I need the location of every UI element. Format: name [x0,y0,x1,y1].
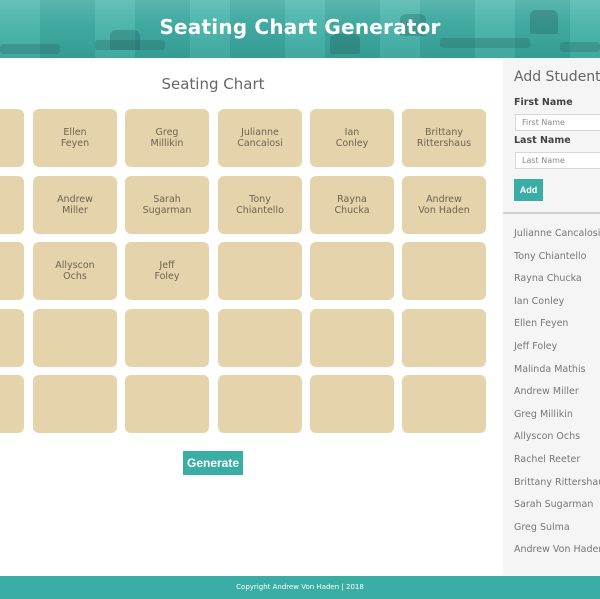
add-student-heading: Add Student [514,69,600,85]
add-student-sidebar: Add Student First Name Last Name Add Jul… [503,58,600,576]
seat [125,309,209,367]
seat-first-name: Greg [155,127,179,138]
seat-last-name: Cancalosi [237,138,283,149]
student-list-item: Ellen Feyen [514,318,569,330]
seat [402,309,486,367]
seat-first-name: Allyscon [55,260,95,271]
sidebar-divider [503,212,600,214]
seat [310,309,394,367]
seat: Rayna Chucka [310,176,394,234]
seat-first-name: Brittany [425,127,463,138]
add-student-button[interactable]: Add [514,179,543,201]
seat-first-name: Ian [344,127,360,138]
first-name-input[interactable] [515,114,600,131]
seat [33,309,117,367]
seat-last-name: Chucka [334,205,370,216]
seat [0,109,24,167]
seat-last-name: Miller [62,205,88,216]
seat-last-name: Sugarman [142,205,192,216]
seat: Andrew Von Haden [402,176,486,234]
seat-first-name: Sarah [153,194,181,205]
seat [0,176,24,234]
student-list-item: Malinda Mathis [514,363,586,375]
generate-button[interactable]: Generate [183,451,243,475]
first-name-label: First Name [514,97,573,108]
student-list-item: Greg Sulma [514,521,570,533]
seat: Tony Chiantello [218,176,302,234]
seating-chart-panel: Seating Chart Ellen Feyen Greg Millikin Juli… [0,58,503,576]
last-name-input[interactable] [515,152,600,169]
student-list-item: Andrew Von Haden [514,544,600,556]
seat-last-name: Millikin [150,138,184,149]
seat [402,242,486,300]
student-list-item: Julianne Cancalosi [514,228,600,239]
seat [0,309,24,367]
seat [218,242,302,300]
seat-first-name: Andrew [426,194,462,205]
seat [0,375,24,433]
seat-last-name: Feyen [60,138,90,149]
student-list-item: Rachel Reeter [514,453,581,465]
student-list-item: Allyscon Ochs [514,431,581,443]
seat [218,309,302,367]
seat-last-name: Chiantello [236,205,284,216]
seat-last-name: Conley [335,138,369,149]
seat [402,375,486,433]
seat-first-name: Tony [249,194,271,205]
seating-chart-title: Seating Chart [161,75,265,93]
seat [310,375,394,433]
student-list: Julianne Cancalosi Tony Chiantello Rayna C… [514,223,600,562]
seat-first-name: Rayna [337,194,367,205]
student-list-item: Greg Millikin [514,408,573,420]
student-list-item: Brittany Rittershaus [514,476,600,488]
student-list-item: Andrew Miller [514,386,579,398]
seat-first-name: Andrew [57,194,93,205]
seat: Brittany Rittershaus [402,109,486,167]
seat: Andrew Miller [33,176,117,234]
seat: Julianne Cancalosi [218,109,302,167]
student-list-item: Sarah Sugarman [514,499,594,511]
seat [33,375,117,433]
student-list-item: Ian Conley [514,295,565,307]
seat [310,242,394,300]
seat [218,375,302,433]
seat-last-name: Von Haden [418,205,470,216]
seat-last-name: Ochs [63,271,87,282]
student-list-item: Jeff Foley [514,340,558,352]
seat-first-name: Jeff [159,260,175,271]
seat: Ian Conley [310,109,394,167]
seat: Sarah Sugarman [125,176,209,234]
seat-last-name: Foley [154,271,180,282]
seat-first-name: Julianne [241,127,279,138]
seat: Greg Millikin [125,109,209,167]
last-name-label: Last Name [514,135,571,146]
app-title: Seating Chart Generator [159,15,441,39]
student-list-item: Rayna Chucka [514,273,582,285]
seat-first-name: Ellen [63,127,87,138]
seat [125,375,209,433]
student-list-item: Tony Chiantello [514,250,587,262]
seat: Allyscon Ochs [33,242,117,300]
footer-copyright: Copyright Andrew Von Haden | 2018 [0,576,600,599]
seat-last-name: Rittershaus [416,138,472,149]
seat: Jeff Foley [125,242,209,300]
header: Seating Chart Generator [0,0,600,58]
seat [0,242,24,300]
seat: Ellen Feyen [33,109,117,167]
